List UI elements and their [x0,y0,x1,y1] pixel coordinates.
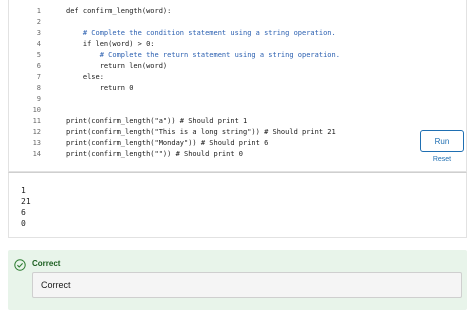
line-number-gutter: 1 2 3 4 5 6 7 8 9 10 11 12 13 14 [9,6,51,160]
output-console: 1 21 6 0 [8,172,467,238]
output-line: 0 [21,219,26,228]
code-line[interactable]: else: [66,72,406,83]
code-editor[interactable]: 1 2 3 4 5 6 7 8 9 10 11 12 13 14 def con… [8,0,467,172]
output-line: 6 [21,208,26,217]
code-line[interactable]: print(confirm_length("Monday")) # Should… [66,138,406,149]
code-line[interactable] [66,94,406,105]
line-number: 3 [36,29,41,37]
line-number: 9 [36,95,41,103]
line-number: 14 [32,150,41,158]
line-number: 13 [32,139,41,147]
check-circle-icon [14,258,26,271]
code-line[interactable]: print(confirm_length("a")) # Should prin… [66,116,406,127]
line-number: 4 [36,40,41,48]
feedback-panel: Correct Correct [8,250,467,310]
feedback-title: Correct [32,259,61,268]
output-line: 21 [21,197,31,206]
code-line[interactable]: # Complete the condition statement using… [66,28,406,39]
run-button[interactable]: Run [420,130,464,152]
code-line[interactable]: print(confirm_length("")) # Should print… [66,149,406,160]
line-number: 2 [36,18,41,26]
line-number: 1 [36,7,41,15]
code-line[interactable] [66,17,406,28]
line-number: 11 [32,117,41,125]
line-number: 10 [32,106,41,114]
code-line[interactable] [66,105,406,116]
line-number: 12 [32,128,41,136]
feedback-message: Correct [32,272,462,298]
code-line[interactable]: def confirm_length(word): [66,6,406,17]
line-number: 5 [36,51,41,59]
code-line[interactable]: # Complete the return statement using a … [66,50,406,61]
line-number: 8 [36,84,41,92]
code-line[interactable]: print(confirm_length("This is a long str… [66,127,406,138]
reset-link[interactable]: Reset [420,156,464,166]
code-line[interactable]: if len(word) > 0: [66,39,406,50]
line-number: 7 [36,73,41,81]
output-line: 1 [21,186,26,195]
code-text-area[interactable]: def confirm_length(word): # Complete the… [66,6,406,160]
line-number: 6 [36,62,41,70]
code-line[interactable]: return len(word) [66,61,406,72]
code-line[interactable]: return 0 [66,83,406,94]
